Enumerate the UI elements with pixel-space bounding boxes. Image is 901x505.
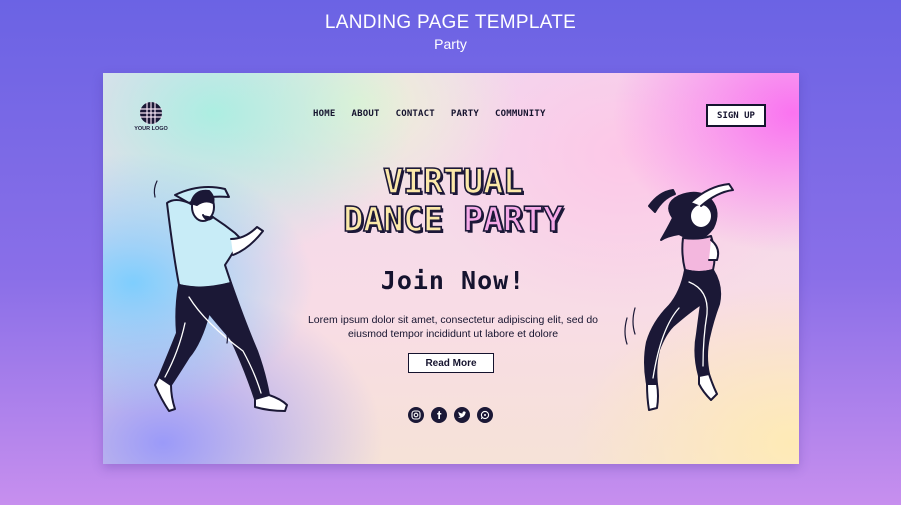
landing-page-mockup: YOUR LOGO HOME ABOUT CONTACT PARTY COMMU… <box>103 73 799 464</box>
dancing-man-illustration <box>153 180 288 412</box>
logo-text: YOUR LOGO <box>134 126 168 132</box>
page-subtitle: Party <box>434 36 467 52</box>
logo[interactable]: YOUR LOGO <box>131 101 171 132</box>
sign-up-button[interactable]: SIGN UP <box>706 104 766 127</box>
nav-community[interactable]: COMMUNITY <box>495 109 546 119</box>
headline: VIRTUAL DANCE PARTY <box>303 162 603 240</box>
disco-ball-icon <box>140 102 162 124</box>
whatsapp-icon[interactable] <box>477 407 493 423</box>
main-nav: HOME ABOUT CONTACT PARTY COMMUNITY <box>313 109 546 119</box>
nav-party[interactable]: PARTY <box>451 109 479 119</box>
nav-contact[interactable]: CONTACT <box>396 109 435 119</box>
instagram-icon[interactable] <box>408 407 424 423</box>
headline-word-dance: DANCE <box>342 200 463 240</box>
body-text: Lorem ipsum dolor sit amet, consectetur … <box>307 314 599 340</box>
dancing-woman-illustration <box>624 183 734 411</box>
headline-line-2: DANCE PARTY <box>303 200 603 240</box>
join-now-heading: Join Now! <box>380 266 526 295</box>
headline-line-1: VIRTUAL <box>382 162 524 202</box>
page-header: LANDING PAGE TEMPLATE Party <box>0 12 901 53</box>
twitter-icon[interactable] <box>454 407 470 423</box>
nav-about[interactable]: ABOUT <box>351 109 379 119</box>
read-more-button[interactable]: Read More <box>408 353 494 373</box>
nav-home[interactable]: HOME <box>313 109 335 119</box>
facebook-icon[interactable] <box>431 407 447 423</box>
social-links <box>408 407 493 423</box>
page-title: LANDING PAGE TEMPLATE <box>324 12 577 33</box>
headline-word-party: PARTY <box>462 200 564 240</box>
